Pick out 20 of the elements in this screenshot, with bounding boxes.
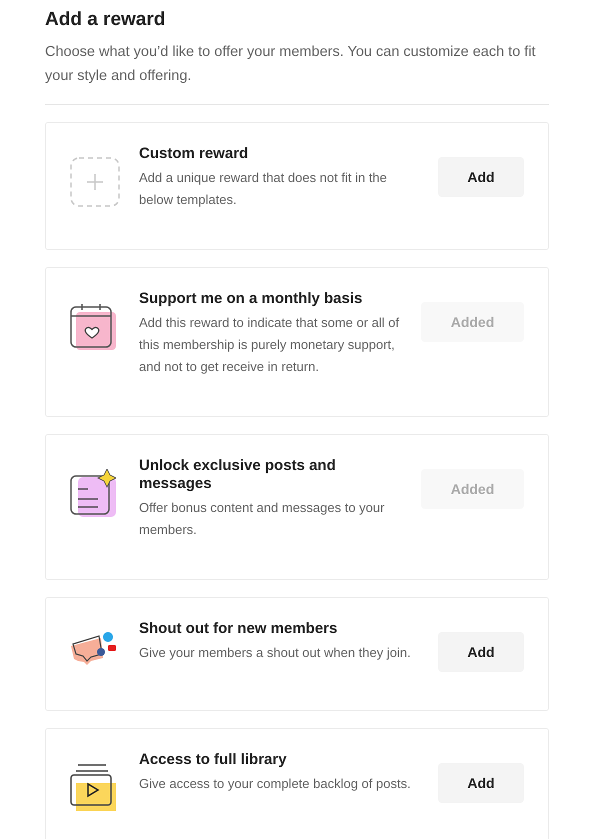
page-subtitle: Choose what you’d like to offer your members. You can customize each to fit your style and offering. [45, 43, 537, 86]
add-button[interactable]: Add [438, 632, 524, 672]
document-star-icon [70, 469, 116, 519]
calendar-heart-icon [70, 302, 116, 352]
reward-title: Shout out for new members [139, 620, 338, 638]
video-library-icon [70, 763, 116, 811]
reward-description: Give access to your complete backlog of posts. [139, 775, 412, 793]
reward-description: Add this reward to indicate that some or all of this membership is purely monetary support, and not to get receive in return. [139, 314, 400, 376]
reward-title: Access to full library [139, 751, 288, 769]
reward-description: Add a unique reward that does not fit in the below templates. [139, 169, 388, 209]
reward-description: Offer bonus content and messages to your members. [139, 499, 386, 539]
page-title: Add a reward [45, 8, 166, 32]
reward-title: Custom reward [139, 145, 250, 163]
reward-title: Support me on a monthly basis [139, 290, 364, 308]
plus-icon [70, 157, 120, 207]
reward-title: Unlock exclusive posts and messages [139, 457, 337, 493]
reward-description: Give your members a shout out when they join. [139, 644, 412, 662]
add-button[interactable]: Add [438, 157, 524, 197]
add-button[interactable]: Add [438, 763, 524, 803]
megaphone-icon [70, 632, 116, 668]
